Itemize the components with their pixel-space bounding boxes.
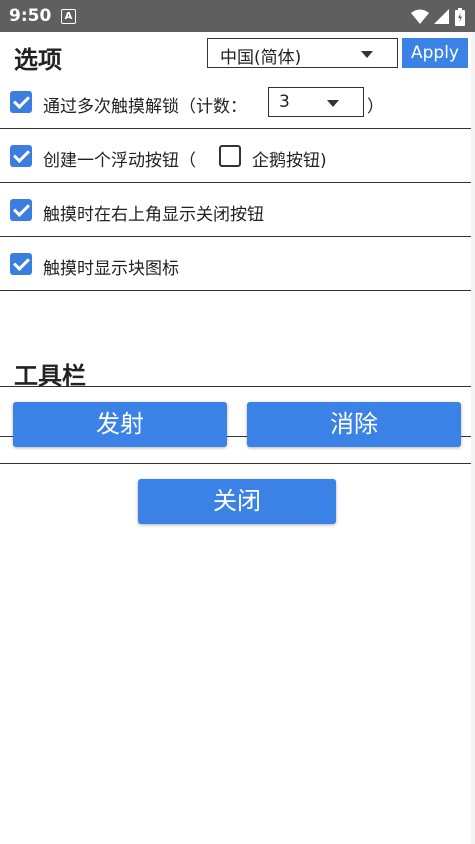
chevron-down-icon (327, 100, 339, 107)
penguin-button-label: 企鹅按钮) (252, 151, 327, 171)
count-select-value: 3 (279, 92, 290, 112)
divider (0, 463, 475, 464)
option-row-floating-button: 创建一个浮动按钮（ 企鹅按钮) (0, 129, 475, 183)
divider (0, 386, 475, 387)
signal-icon (433, 8, 449, 24)
option-row-close-button: 触摸时在右上角显示关闭按钮 (0, 183, 475, 237)
count-select[interactable]: 3 (268, 87, 364, 117)
close-button-checkbox[interactable] (10, 199, 32, 221)
option-row-block-icon: 触摸时显示块图标 (0, 237, 475, 291)
launch-button[interactable]: 发射 (13, 402, 227, 447)
background-edge (471, 32, 475, 844)
unlock-checkbox[interactable] (10, 91, 32, 113)
penguin-button-checkbox[interactable] (219, 145, 241, 167)
status-time: 9:50 (9, 6, 52, 26)
status-bar: 9:50 A (0, 0, 475, 32)
unlock-label: 通过多次触摸解锁（计数： (43, 97, 247, 117)
option-row-unlock: 通过多次触摸解锁（计数： ） (0, 75, 475, 129)
battery-icon (455, 7, 465, 26)
close-button[interactable]: 关闭 (138, 479, 336, 524)
clear-button[interactable]: 消除 (247, 402, 461, 447)
language-select-value: 中国(简体) (220, 48, 302, 68)
floating-button-label: 创建一个浮动按钮（ (43, 151, 196, 171)
block-icon-checkbox[interactable] (10, 253, 32, 275)
language-select[interactable]: 中国(简体) (207, 38, 398, 68)
wifi-icon (410, 9, 429, 24)
options-title: 选项 (14, 46, 62, 74)
block-icon-label: 触摸时显示块图标 (43, 259, 179, 279)
unlock-suffix: ） (367, 97, 384, 117)
apply-button[interactable]: Apply (402, 38, 468, 68)
close-button-label: 触摸时在右上角显示关闭按钮 (43, 205, 264, 225)
floating-button-checkbox[interactable] (10, 145, 32, 167)
status-icons (410, 6, 465, 26)
notification-icon: A (61, 9, 76, 24)
chevron-down-icon (361, 51, 373, 58)
